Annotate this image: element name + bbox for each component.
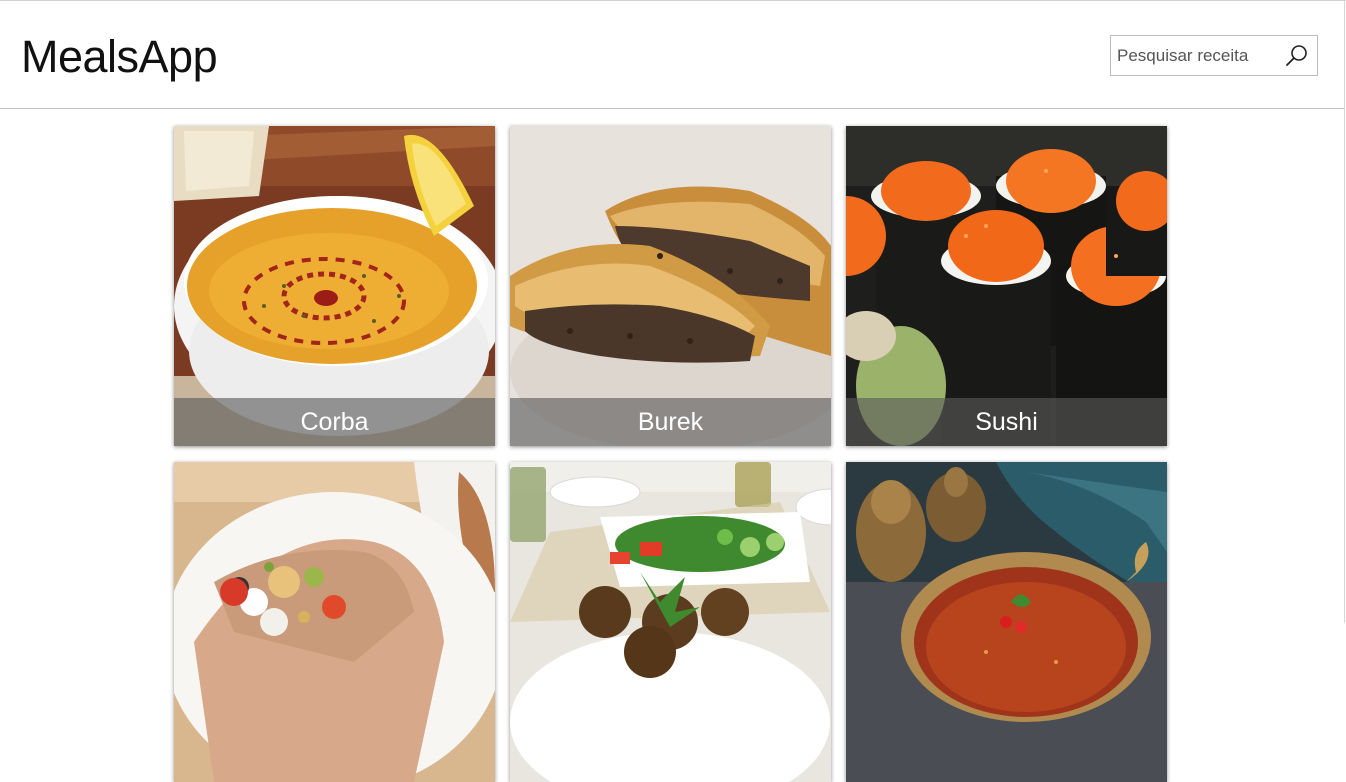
app-title: MealsApp	[21, 31, 218, 82]
search-icon[interactable]	[1284, 43, 1310, 69]
meal-card[interactable]: Corba	[174, 126, 495, 446]
meal-card[interactable]	[510, 462, 831, 782]
meal-name: Sushi	[846, 398, 1167, 446]
top-bar: MealsApp	[0, 2, 1344, 109]
meal-card[interactable]: Sushi	[846, 126, 1167, 446]
search-box	[1110, 35, 1318, 76]
meal-card[interactable]: Burek	[510, 126, 831, 446]
meal-card[interactable]	[174, 462, 495, 782]
scrollbar-edge	[1344, 0, 1345, 623]
search-input[interactable]	[1111, 36, 1281, 75]
meal-card[interactable]	[846, 462, 1167, 782]
meal-name: Burek	[510, 398, 831, 446]
meal-name: Corba	[174, 398, 495, 446]
meal-photo-5	[510, 462, 831, 782]
meal-photo-4	[174, 462, 495, 782]
meal-photo-6	[846, 462, 1167, 782]
app-window: MealsApp Pesquisar receita Corba Burek S…	[0, 0, 1346, 782]
